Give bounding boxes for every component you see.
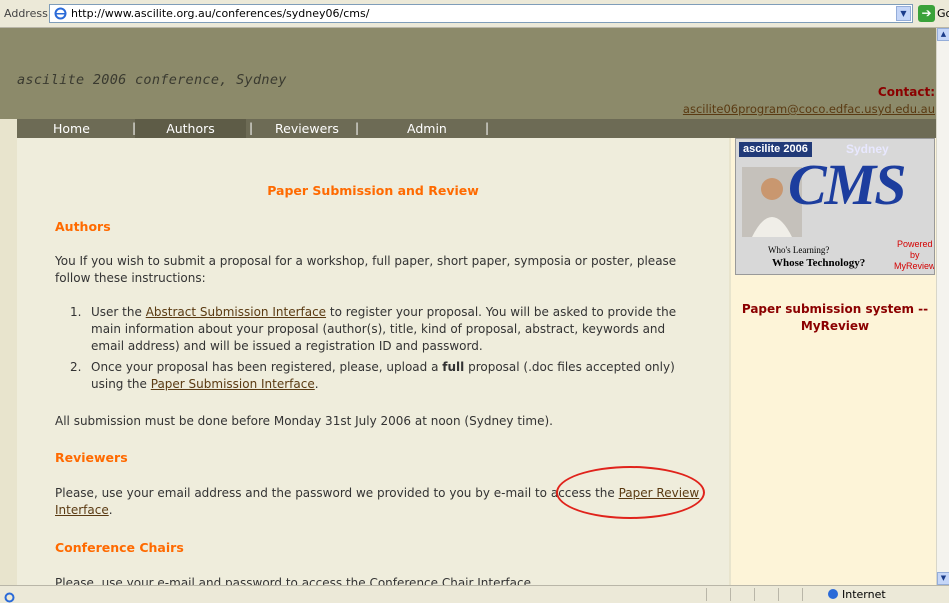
reviewers-heading: Reviewers [55, 450, 128, 465]
logo-tagline-1: Who's Learning? [768, 245, 830, 255]
logo-tagline-2: Whose Technology? [772, 257, 866, 269]
conference-chairs-heading: Conference Chairs [55, 540, 184, 555]
status-cell [754, 588, 779, 601]
nav-authors[interactable]: Authors [135, 119, 246, 138]
header-banner: ascilite 2006 conference, Sydney Contact… [0, 28, 949, 119]
status-cell [802, 588, 825, 601]
deadline-text: All submission must be done before Monda… [55, 414, 553, 428]
chairs-text: Please, use your e-mail and password to … [55, 576, 531, 585]
authors-intro: You If you wish to submit a proposal for… [55, 254, 677, 285]
status-cell [706, 588, 731, 601]
cms-logo[interactable]: ascilite 2006 Sydney CMS Who's Learning?… [735, 138, 935, 275]
nav-separator: | [355, 121, 360, 135]
security-zone: Internet [828, 588, 886, 601]
nav-home[interactable]: Home [53, 119, 90, 138]
site-title: ascilite 2006 conference, Sydney [17, 72, 287, 88]
red-highlight-circle [556, 466, 705, 519]
nav-reviewers[interactable]: Reviewers [275, 119, 339, 138]
logo-cms-text: CMS [788, 152, 907, 217]
nav-admin[interactable]: Admin [407, 119, 447, 138]
ie-page-icon [54, 7, 67, 20]
status-cell [730, 588, 755, 601]
scroll-down-icon[interactable]: ▼ [937, 572, 949, 585]
vertical-scrollbar[interactable]: ▲ ▼ [936, 28, 949, 585]
status-bar: Internet [0, 585, 949, 603]
step-number: 2. [70, 360, 82, 374]
paper-review-link[interactable]: Interface [55, 503, 109, 517]
main-nav: Home | Authors | Reviewers | Admin | [17, 119, 949, 138]
go-arrow-icon[interactable]: ➔ [918, 5, 935, 22]
page-title: Paper Submission and Review [267, 183, 479, 198]
step-1-text: User the Abstract Submission Interface t… [91, 305, 677, 353]
address-label: Address [4, 7, 48, 20]
authors-heading: Authors [55, 219, 111, 234]
scroll-up-icon[interactable]: ▲ [937, 28, 949, 41]
sidebar: ascilite 2006 Sydney CMS Who's Learning?… [731, 138, 936, 585]
abstract-submission-link[interactable]: Abstract Submission Interface [146, 305, 326, 319]
address-input[interactable]: http://www.ascilite.org.au/conferences/s… [49, 4, 913, 23]
chevron-down-icon[interactable]: ▼ [896, 6, 911, 21]
nav-separator: | [249, 121, 254, 135]
myreview-link[interactable]: Paper submission system -- MyReview [735, 301, 935, 335]
logo-powered-by: Powered by MyReview [894, 239, 935, 271]
contact-email-link[interactable]: ascilite06program@coco.edfac.usyd.edu.au [683, 102, 935, 116]
status-cell [778, 588, 803, 601]
step-2-text: Once your proposal has been registered, … [91, 360, 675, 391]
web-page: ascilite 2006 conference, Sydney Contact… [0, 28, 949, 585]
nav-separator: | [485, 121, 490, 135]
go-button[interactable]: Go [937, 7, 949, 20]
address-bar: Address http://www.ascilite.org.au/confe… [0, 0, 949, 28]
paper-submission-link[interactable]: Paper Submission Interface [151, 377, 315, 391]
step-number: 1. [70, 305, 82, 319]
page-status-icon [4, 588, 15, 603]
globe-icon [828, 589, 838, 599]
address-url: http://www.ascilite.org.au/conferences/s… [71, 7, 370, 20]
contact-label: Contact: [877, 85, 935, 99]
